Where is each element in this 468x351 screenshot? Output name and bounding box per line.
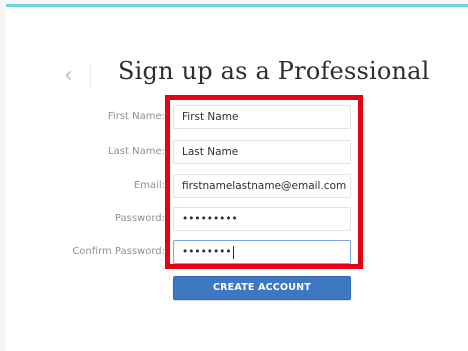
password-field[interactable]: •••••••••	[173, 207, 351, 231]
last-name-label: Last Name:	[108, 146, 165, 157]
email-field[interactable]: firstnamelastname@email.com	[173, 174, 351, 198]
confirm-password-field[interactable]: ••••••••	[173, 240, 351, 264]
last-name-value: Last Name	[182, 146, 239, 158]
email-label: Email:	[133, 180, 165, 191]
create-account-button[interactable]: CREATE ACCOUNT	[173, 276, 351, 300]
header-divider	[90, 63, 91, 89]
email-value: firstnamelastname@email.com	[182, 180, 347, 192]
first-name-value: First Name	[182, 111, 239, 123]
page-title: Sign up as a Professional	[118, 57, 430, 85]
last-name-field[interactable]: Last Name	[173, 140, 351, 164]
first-name-label: First Name:	[107, 111, 165, 122]
first-name-field[interactable]: First Name	[173, 105, 351, 129]
confirm-password-label: Confirm Password:	[72, 246, 165, 257]
back-arrow-icon[interactable]: ‹	[64, 65, 78, 89]
password-label: Password:	[114, 213, 165, 224]
text-caret	[232, 245, 234, 259]
confirm-password-value: ••••••••	[182, 246, 232, 258]
password-value: •••••••••	[182, 213, 238, 225]
